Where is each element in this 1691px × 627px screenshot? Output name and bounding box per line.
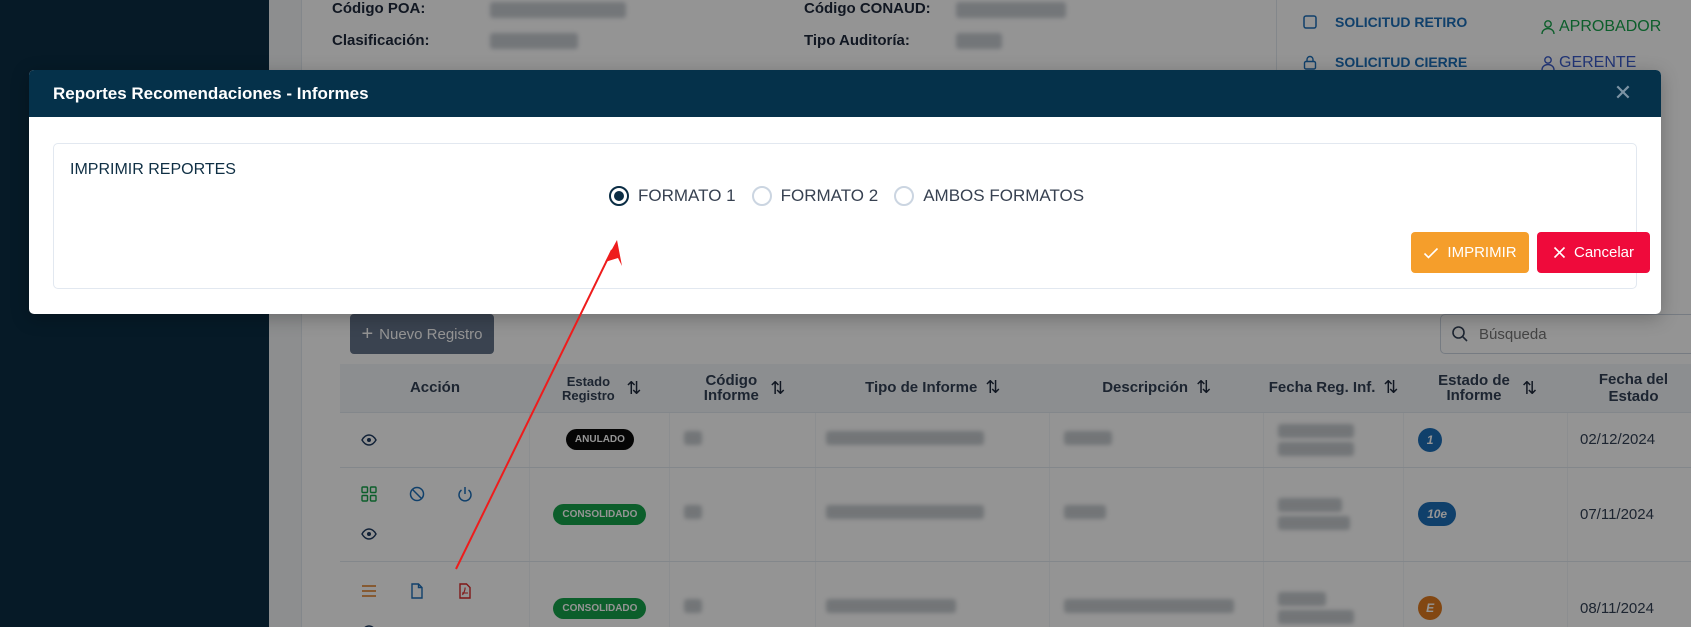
modal-title: Reportes Recomendaciones - Informes [53,83,369,103]
radio-label: FORMATO 1 [638,186,736,205]
radio-button-checked[interactable] [609,186,629,206]
cancel-button-label: Cancelar [1573,244,1635,261]
check-icon [1424,247,1439,259]
radio-ambos-formatos[interactable]: AMBOS FORMATOS [894,186,1084,206]
print-button-label: IMPRIMIR [1447,244,1517,261]
radio-button[interactable] [894,186,915,206]
radio-button[interactable] [751,186,772,206]
print-button[interactable]: IMPRIMIR [1411,232,1529,273]
radio-formato-2[interactable]: FORMATO 2 [751,186,879,206]
radio-label: FORMATO 2 [780,186,879,205]
radio-label: AMBOS FORMATOS [923,186,1085,205]
radio-formato-1[interactable]: FORMATO 1 [609,186,736,206]
print-reports-panel: IMPRIMIR REPORTES FORMATO 1 FORMATO 2 AM… [53,143,1650,289]
reports-modal: Reportes Recomendaciones - Informes ✕ IM… [29,70,1661,314]
cancel-button[interactable]: Cancelar [1537,232,1650,273]
section-title: IMPRIMIR REPORTES [70,161,236,178]
close-icon [1553,246,1566,259]
close-icon[interactable]: ✕ [1613,82,1633,104]
format-radio-group: FORMATO 1 FORMATO 2 AMBOS FORMATOS [609,186,1100,206]
modal-header: Reportes Recomendaciones - Informes ✕ [29,70,1661,117]
